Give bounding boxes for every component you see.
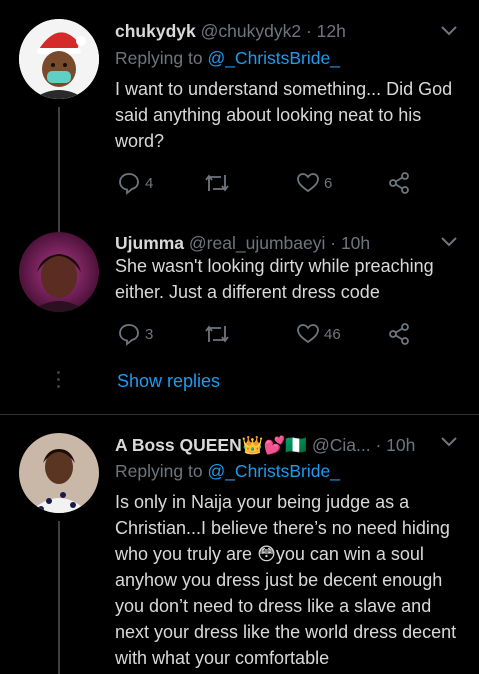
share-button[interactable] xyxy=(387,170,411,196)
reply-button[interactable]: 4 xyxy=(117,170,153,196)
tweet-chukydyk[interactable]: chukydyk @chukydyk2 · 12h Replying to @_… xyxy=(0,0,479,232)
display-name[interactable]: A Boss QUEEN👑💕🇳🇬 xyxy=(115,435,307,455)
chevron-down-icon[interactable] xyxy=(441,437,457,447)
replying-to-link[interactable]: @_ChristsBride_ xyxy=(207,48,340,68)
tweet-text: She wasn't looking dirty while preaching… xyxy=(115,256,434,302)
display-name[interactable]: Ujumma xyxy=(115,233,184,253)
avatar-image xyxy=(19,433,99,513)
reply-count: 4 xyxy=(145,174,154,192)
like-button[interactable]: 46 xyxy=(296,321,341,347)
heart-icon xyxy=(297,324,319,344)
tweet-a-boss-queen[interactable]: A Boss QUEEN👑💕🇳🇬 @Cia... · 10h Replying … xyxy=(0,415,479,674)
tweet-text: I want to understand something... Did Go… xyxy=(115,79,453,151)
user-handle[interactable]: @Cia... xyxy=(312,435,371,455)
chevron-down-icon[interactable] xyxy=(441,26,457,36)
action-bar: 4 6 xyxy=(115,170,415,196)
like-count: 6 xyxy=(324,174,333,192)
user-handle[interactable]: @real_ujumbaeyi xyxy=(189,233,325,253)
retweet-icon xyxy=(205,174,229,192)
timestamp[interactable]: · 10h xyxy=(375,435,415,455)
like-button[interactable]: 6 xyxy=(296,170,332,196)
reply-button[interactable]: 3 xyxy=(117,321,153,347)
chevron-down-icon[interactable] xyxy=(441,237,457,247)
replying-to-link[interactable]: @_ChristsBride_ xyxy=(207,461,340,481)
retweet-button[interactable] xyxy=(204,170,230,196)
tweet-text: Is only in Naija your being judge as a C… xyxy=(115,492,457,668)
avatar[interactable] xyxy=(19,19,99,99)
thread-line xyxy=(58,521,60,674)
replying-prefix: Replying to xyxy=(115,48,203,68)
user-handle[interactable]: @chukydyk2 xyxy=(201,21,301,41)
display-name[interactable]: chukydyk xyxy=(115,21,196,41)
replying-to: Replying to @_ChristsBride_ xyxy=(115,47,340,69)
reply-count: 3 xyxy=(145,325,154,343)
replying-prefix: Replying to xyxy=(115,461,203,481)
replying-to: Replying to @_ChristsBride_ xyxy=(115,460,340,482)
share-button[interactable] xyxy=(387,321,411,347)
share-icon xyxy=(389,323,409,345)
retweet-button[interactable] xyxy=(204,321,230,347)
timestamp[interactable]: · 12h xyxy=(306,21,346,41)
action-bar: 3 46 xyxy=(115,321,415,347)
reply-icon xyxy=(119,173,139,195)
thread-dots xyxy=(57,371,60,392)
avatar-image xyxy=(19,232,99,312)
timestamp[interactable]: · 10h xyxy=(330,233,370,253)
avatar[interactable] xyxy=(19,433,99,513)
heart-icon xyxy=(297,173,319,193)
reply-icon xyxy=(119,324,139,346)
show-replies-link[interactable]: Show replies xyxy=(117,370,220,392)
tweet-ujumma[interactable]: Ujumma @real_ujumbaeyi · 10h She wasn't … xyxy=(0,225,479,415)
retweet-icon xyxy=(205,325,229,343)
thread-line xyxy=(58,107,60,232)
avatar[interactable] xyxy=(19,232,99,312)
share-icon xyxy=(389,172,409,194)
like-count: 46 xyxy=(324,325,341,343)
avatar-image xyxy=(19,19,99,99)
